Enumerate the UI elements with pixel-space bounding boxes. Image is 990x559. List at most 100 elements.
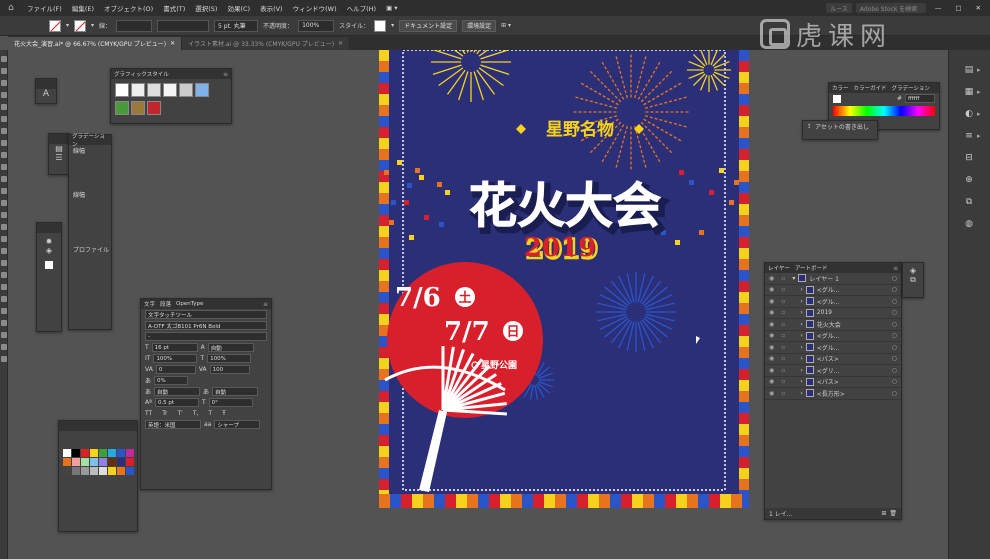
line-tool-icon[interactable] bbox=[0, 104, 7, 110]
swatch[interactable] bbox=[90, 458, 98, 466]
anti-alias-select[interactable]: シャープ bbox=[214, 420, 261, 429]
style-swatch[interactable] bbox=[131, 83, 145, 97]
eyedropper-tool-icon[interactable] bbox=[0, 236, 7, 242]
target-circle-icon[interactable]: ○ bbox=[892, 390, 897, 397]
style-swatch[interactable] bbox=[131, 101, 145, 115]
tab-document-1[interactable]: 花火大会_演習.ai* @ 66.67% (CMYK/GPU プレビュー) ✕ bbox=[8, 37, 183, 50]
width-tool-icon[interactable] bbox=[0, 188, 7, 194]
close-icon[interactable]: ✕ bbox=[170, 40, 175, 47]
superscript-button[interactable]: T' bbox=[177, 410, 182, 417]
swatch[interactable] bbox=[81, 467, 89, 475]
pen-tool-icon[interactable] bbox=[0, 80, 7, 86]
target-circle-icon[interactable]: ○ bbox=[892, 321, 897, 328]
swatch[interactable] bbox=[108, 449, 116, 457]
swatch[interactable] bbox=[72, 458, 80, 466]
chevron-right-icon[interactable]: ▸ bbox=[977, 130, 987, 142]
collapsed-panel-stack-2[interactable]: ▤ ☰ bbox=[48, 133, 70, 175]
tab-opentype[interactable]: OpenType bbox=[176, 301, 203, 307]
all-caps-button[interactable]: TT bbox=[145, 410, 152, 417]
expand-chevron-icon[interactable]: › bbox=[800, 286, 802, 293]
visibility-eye-icon[interactable]: ◉ bbox=[769, 344, 774, 351]
brush-tool-icon[interactable] bbox=[0, 128, 7, 134]
tracking-field[interactable]: 100 bbox=[209, 365, 250, 374]
expand-chevron-icon[interactable]: › bbox=[800, 321, 802, 328]
font-size-field[interactable]: 16 pt bbox=[151, 343, 198, 352]
minimize-icon[interactable]: — bbox=[930, 4, 947, 12]
fill-stroke-icon[interactable] bbox=[0, 332, 7, 338]
swatch[interactable] bbox=[117, 449, 125, 457]
style-swatch[interactable] bbox=[195, 83, 209, 97]
swatch[interactable] bbox=[108, 467, 116, 475]
properties-icon[interactable]: ▤ bbox=[961, 64, 977, 76]
layer-row[interactable]: ◉ ▫ › <グル... ○ bbox=[765, 331, 901, 342]
style-swatch[interactable] bbox=[163, 83, 177, 97]
tab-layers[interactable]: レイヤー bbox=[768, 264, 790, 272]
swatch[interactable] bbox=[72, 467, 80, 475]
lock-icon[interactable]: ▫ bbox=[781, 298, 785, 305]
menu-select[interactable]: 選択(S) bbox=[190, 3, 222, 13]
gradient-tool-icon[interactable] bbox=[0, 224, 7, 230]
chevron-right-icon[interactable]: ▸ bbox=[977, 64, 987, 76]
swatch[interactable] bbox=[90, 467, 98, 475]
symbol-tool-icon[interactable] bbox=[0, 260, 7, 266]
baseline-shift-field[interactable]: 0.5 pt bbox=[154, 398, 199, 407]
tab-gradient[interactable]: グラデーション bbox=[892, 84, 930, 92]
swatch[interactable] bbox=[63, 449, 71, 457]
swatch[interactable] bbox=[72, 449, 80, 457]
chevron-right-icon[interactable]: ▸ bbox=[977, 86, 987, 98]
artboard-poster[interactable]: 星野名物 花火大会 花火大会 2019 2019 7/6 土 7/7 日 星野公… bbox=[379, 50, 749, 508]
font-family-select[interactable]: A-OTF 太ゴB101 Pr6N Bold bbox=[145, 321, 267, 330]
rectangle-tool-icon[interactable] bbox=[0, 116, 7, 122]
transform-icon[interactable]: ⊕ bbox=[961, 174, 977, 186]
swatch[interactable] bbox=[117, 458, 125, 466]
swatch[interactable] bbox=[63, 467, 71, 475]
target-circle-icon[interactable]: ○ bbox=[892, 286, 897, 293]
menu-file[interactable]: ファイル(F) bbox=[22, 3, 67, 13]
collapsed-panel-stack-3[interactable]: ✹ ◈ bbox=[36, 222, 62, 332]
lock-icon[interactable]: ▫ bbox=[781, 286, 785, 293]
horizontal-scale-field[interactable]: 100% bbox=[207, 354, 252, 363]
tab-character[interactable]: 文字 bbox=[144, 300, 155, 308]
target-circle-icon[interactable]: ○ bbox=[892, 332, 897, 339]
blend-tool-icon[interactable] bbox=[0, 248, 7, 254]
language-select[interactable]: 英語：米国 bbox=[145, 420, 201, 429]
artboard-tool-icon[interactable] bbox=[0, 284, 7, 290]
asset-export-label[interactable]: アセットの書き出し bbox=[815, 122, 869, 131]
swatch[interactable] bbox=[81, 458, 89, 466]
transparency-icon[interactable]: ◍ bbox=[961, 218, 977, 230]
color-spectrum[interactable] bbox=[833, 106, 935, 116]
expand-chevron-icon[interactable]: › bbox=[800, 390, 802, 397]
layer-row[interactable]: ◉ ▫ › <パス> ○ bbox=[765, 354, 901, 365]
touch-type-tool-button[interactable]: 文字タッチツール bbox=[145, 310, 267, 319]
style-swatch[interactable] bbox=[374, 19, 387, 32]
lock-icon[interactable]: ▫ bbox=[781, 378, 785, 385]
tab-document-2[interactable]: イラスト素材.ai @ 33.33% (CMYK/GPU プレビュー) ✕ bbox=[182, 37, 351, 50]
selection-tool-icon[interactable] bbox=[0, 56, 7, 62]
lock-icon[interactable]: ▫ bbox=[781, 355, 785, 362]
brush-definition[interactable]: 5 pt. 丸筆 bbox=[214, 19, 259, 32]
strikethrough-button[interactable]: Ŧ bbox=[222, 410, 226, 417]
tsume-field[interactable]: 0% bbox=[154, 376, 189, 385]
lock-icon[interactable]: ▫ bbox=[781, 275, 785, 282]
small-caps-button[interactable]: Tr bbox=[162, 410, 167, 417]
stock-search-input[interactable]: Adobe Stock を検索 bbox=[855, 3, 926, 13]
layer-row[interactable]: ◉ ▫ ▾ レイヤー 1 ○ bbox=[765, 273, 901, 285]
aki-left-field[interactable]: 自動 bbox=[154, 387, 201, 396]
fill-color-swatch[interactable] bbox=[833, 94, 841, 103]
visibility-eye-icon[interactable]: ◉ bbox=[769, 298, 774, 305]
aki-right-field[interactable]: 自動 bbox=[212, 387, 259, 396]
direct-selection-tool-icon[interactable] bbox=[0, 68, 7, 74]
menu-view[interactable]: 表示(V) bbox=[255, 3, 288, 13]
kerning-field[interactable]: 0 bbox=[155, 365, 196, 374]
layer-row[interactable]: ◉ ▫ › <グリ... ○ bbox=[765, 365, 901, 377]
shape-builder-tool-icon[interactable] bbox=[0, 212, 7, 218]
visibility-eye-icon[interactable]: ◉ bbox=[769, 332, 774, 339]
visibility-eye-icon[interactable]: ◉ bbox=[769, 355, 774, 362]
visibility-eye-icon[interactable]: ◉ bbox=[769, 390, 774, 397]
document-setup-button[interactable]: ドキュメント設定 bbox=[399, 19, 458, 32]
expand-chevron-icon[interactable]: › bbox=[800, 344, 802, 351]
visibility-eye-icon[interactable]: ◉ bbox=[769, 275, 774, 282]
swatch[interactable] bbox=[108, 458, 116, 466]
subscript-button[interactable]: T, bbox=[193, 410, 199, 417]
target-circle-icon[interactable]: ○ bbox=[892, 344, 897, 351]
